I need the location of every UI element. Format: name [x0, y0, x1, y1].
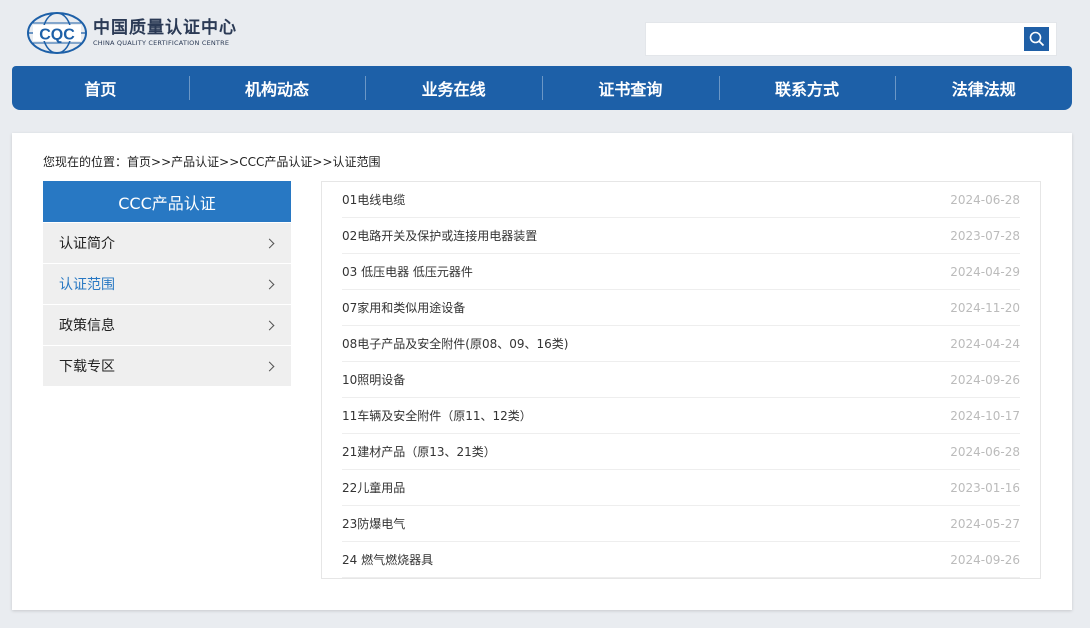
list-item-date: 2024-10-17	[950, 408, 1020, 423]
breadcrumb-prefix: 您现在的位置：	[43, 155, 128, 169]
search-box	[645, 22, 1057, 56]
search-input[interactable]	[652, 28, 1022, 50]
list-item-title[interactable]: 02电路开关及保护或连接用电器装置	[342, 227, 537, 244]
list-item[interactable]: 10照明设备 2024-09-26	[342, 362, 1020, 398]
nav-laws[interactable]: 法律法规	[895, 66, 1072, 110]
list-item[interactable]: 02电路开关及保护或连接用电器装置 2023-07-28	[342, 218, 1020, 254]
list-item[interactable]: 22儿童用品 2023-01-16	[342, 470, 1020, 506]
list-item-title[interactable]: 08电子产品及安全附件(原08、09、16类)	[342, 335, 568, 352]
list-item-date: 2024-06-28	[950, 192, 1020, 207]
sidebar-item-download[interactable]: 下载专区	[43, 346, 291, 386]
sidebar-item-scope[interactable]: 认证范围	[43, 264, 291, 304]
list-item-title[interactable]: 23防爆电气	[342, 515, 405, 532]
list-item[interactable]: 08电子产品及安全附件(原08、09、16类) 2024-04-24	[342, 326, 1020, 362]
list-item-title[interactable]: 03 低压电器 低压元器件	[342, 263, 473, 280]
sidebar-item-label: 认证范围	[59, 277, 115, 293]
breadcrumb-ccc[interactable]: >>CCC产品认证	[219, 155, 312, 169]
list-item-date: 2024-11-20	[950, 300, 1020, 315]
chevron-right-icon	[264, 238, 275, 248]
sidebar-item-intro[interactable]: 认证简介	[43, 223, 291, 263]
logo-mark-text: CQC	[39, 27, 75, 44]
logo[interactable]: CQC 中国质量认证中心 CHINA QUALITY CERTIFICATION…	[27, 12, 237, 54]
list-item-date: 2024-09-26	[950, 552, 1020, 567]
list-item-date: 2023-07-28	[950, 228, 1020, 243]
logo-en: CHINA QUALITY CERTIFICATION CENTRE	[93, 39, 230, 47]
list-item-title[interactable]: 21建材产品（原13、21类）	[342, 443, 496, 460]
list-item-date: 2023-01-16	[950, 480, 1020, 495]
list-item[interactable]: 07家用和类似用途设备 2024-11-20	[342, 290, 1020, 326]
list-item-title[interactable]: 24 燃气燃烧器具	[342, 551, 433, 568]
list-item[interactable]: 03 低压电器 低压元器件 2024-04-29	[342, 254, 1020, 290]
list-item-title[interactable]: 10照明设备	[342, 371, 405, 388]
chevron-right-icon	[264, 361, 275, 371]
list-item-date: 2024-04-24	[950, 336, 1020, 351]
sidebar-item-label: 认证简介	[59, 236, 115, 252]
list-item[interactable]: 21建材产品（原13、21类） 2024-06-28	[342, 434, 1020, 470]
sidebar: CCC产品认证 认证简介 认证范围 政策信息 下载专区	[43, 181, 291, 386]
logo-cn: 中国质量认证中心	[93, 18, 237, 38]
sidebar-item-label: 政策信息	[59, 318, 115, 334]
list-item[interactable]: 23防爆电气 2024-05-27	[342, 506, 1020, 542]
content-panel: 您现在的位置：首页>>产品认证>>CCC产品认证>>认证范围 CCC产品认证 认…	[12, 133, 1072, 610]
nav-home[interactable]: 首页	[12, 66, 189, 110]
chevron-right-icon	[264, 320, 275, 330]
list-item-title[interactable]: 01电线电缆	[342, 191, 405, 208]
list-item-date: 2024-06-28	[950, 444, 1020, 459]
list-item-title[interactable]: 07家用和类似用途设备	[342, 299, 465, 316]
list-item-date: 2024-09-26	[950, 372, 1020, 387]
sidebar-item-policy[interactable]: 政策信息	[43, 305, 291, 345]
breadcrumb-scope[interactable]: >>认证范围	[312, 155, 380, 169]
main-nav: 首页 机构动态 业务在线 证书查询 联系方式 法律法规	[12, 66, 1072, 110]
header: CQC 中国质量认证中心 CHINA QUALITY CERTIFICATION…	[0, 0, 1090, 66]
list-item-date: 2024-05-27	[950, 516, 1020, 531]
cqc-logo-icon: CQC	[27, 12, 87, 54]
list-item-date: 2024-04-29	[950, 264, 1020, 279]
search-button[interactable]	[1024, 27, 1049, 51]
breadcrumb-product-cert[interactable]: >>产品认证	[151, 155, 219, 169]
article-list: 01电线电缆 2024-06-28 02电路开关及保护或连接用电器装置 2023…	[321, 181, 1041, 579]
list-item[interactable]: 24 燃气燃烧器具 2024-09-26	[342, 542, 1020, 578]
nav-news[interactable]: 机构动态	[188, 66, 366, 110]
chevron-right-icon	[264, 279, 275, 289]
list-item[interactable]: 01电线电缆 2024-06-28	[342, 182, 1020, 218]
nav-contact[interactable]: 联系方式	[718, 66, 896, 110]
sidebar-item-label: 下载专区	[59, 359, 115, 375]
list-item[interactable]: 11车辆及安全附件（原11、12类） 2024-10-17	[342, 398, 1020, 434]
list-item-title[interactable]: 11车辆及安全附件（原11、12类）	[342, 407, 532, 424]
nav-cert-query[interactable]: 证书查询	[542, 66, 719, 110]
nav-business[interactable]: 业务在线	[365, 66, 542, 110]
breadcrumb-home[interactable]: 首页	[127, 155, 151, 169]
breadcrumb: 您现在的位置：首页>>产品认证>>CCC产品认证>>认证范围	[43, 153, 381, 170]
search-icon	[1029, 31, 1044, 47]
list-item-title[interactable]: 22儿童用品	[342, 479, 405, 496]
sidebar-title: CCC产品认证	[43, 181, 291, 222]
